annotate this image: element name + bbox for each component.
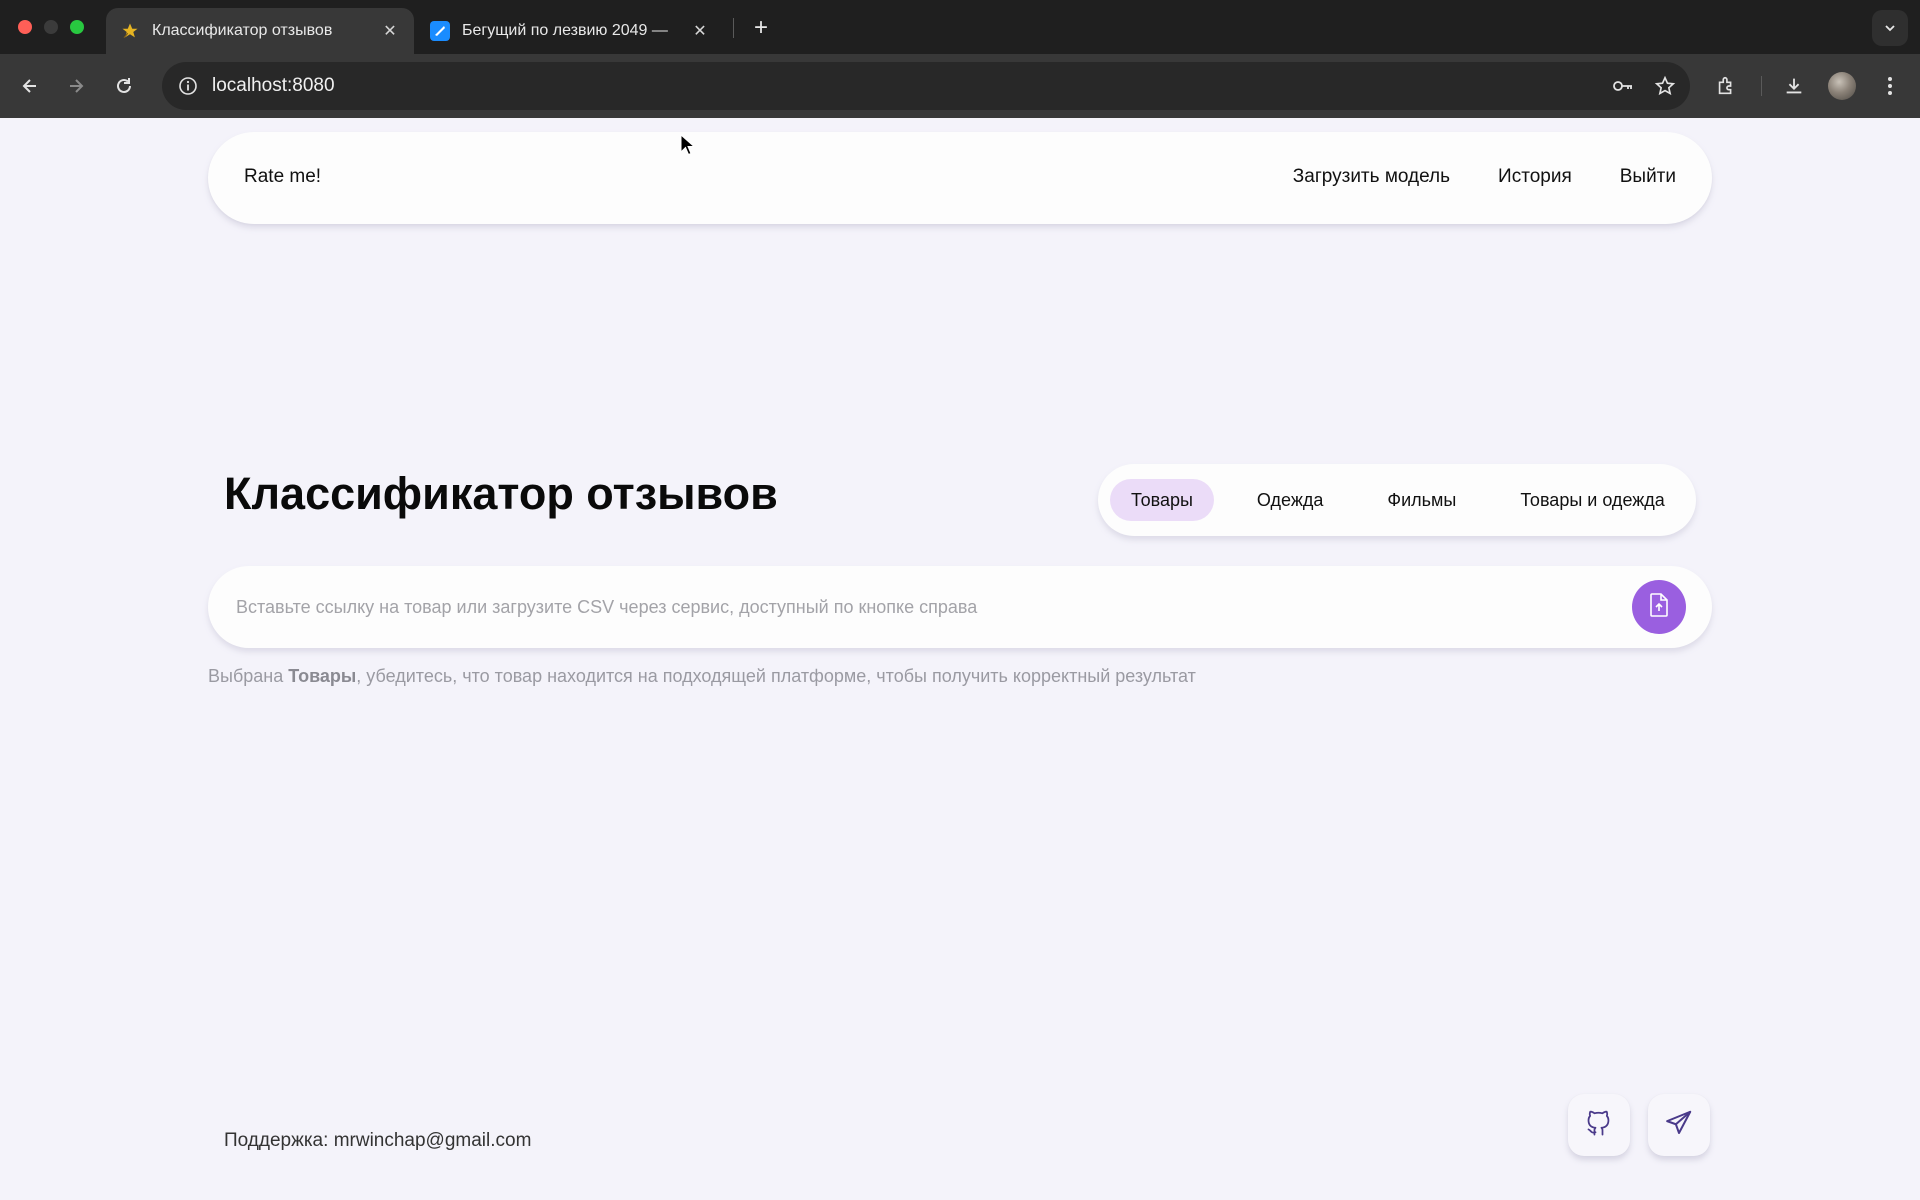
download-icon[interactable] xyxy=(1778,70,1810,102)
category-goods-and-clothes[interactable]: Товары и одежда xyxy=(1499,479,1685,521)
info-icon[interactable] xyxy=(176,74,200,98)
browser-tab-inactive[interactable]: Бегущий по лезвию 2049 — ✕ xyxy=(416,8,724,54)
hint-prefix: Выбрана xyxy=(208,666,289,686)
telegram-button[interactable] xyxy=(1648,1094,1710,1156)
category-goods[interactable]: Товары xyxy=(1110,479,1214,521)
link-input[interactable] xyxy=(236,586,1596,628)
page-title: Классификатор отзывов xyxy=(224,468,778,519)
reload-icon[interactable] xyxy=(108,70,140,102)
upload-model-link[interactable]: Загрузить модель xyxy=(1293,166,1450,188)
category-clothes[interactable]: Одежда xyxy=(1236,479,1344,521)
more-icon[interactable] xyxy=(1874,70,1906,102)
forward-icon[interactable] xyxy=(60,70,92,102)
tab-title: Бегущий по лезвию 2049 — xyxy=(462,22,668,39)
site-header: Rate me! Загрузить модель История Выйти xyxy=(208,132,1712,224)
extensions-icon[interactable] xyxy=(1710,70,1742,102)
category-movies[interactable]: Фильмы xyxy=(1366,479,1477,521)
browser-tab-bar: Классификатор отзывов ✕ Бегущий по лезви… xyxy=(0,0,1920,54)
star-icon[interactable] xyxy=(1648,69,1682,103)
file-upload-button[interactable] xyxy=(1632,580,1686,634)
close-icon[interactable]: ✕ xyxy=(378,19,402,43)
address-bar[interactable]: localhost:8080 xyxy=(162,62,1690,110)
key-icon[interactable] xyxy=(1606,69,1640,103)
support-label: Поддержка: xyxy=(224,1130,329,1151)
logout-link[interactable]: Выйти xyxy=(1620,166,1676,188)
window-close-button[interactable] xyxy=(18,20,32,34)
star-favicon-icon xyxy=(120,21,140,41)
window-maximize-button[interactable] xyxy=(70,20,84,34)
telegram-icon xyxy=(1664,1108,1694,1143)
hint-suffix: , убедитесь, что товар находится на подх… xyxy=(356,666,1196,686)
tab-title: Классификатор отзывов xyxy=(152,22,333,39)
window-minimize-button[interactable] xyxy=(44,20,58,34)
github-button[interactable] xyxy=(1568,1094,1630,1156)
github-icon xyxy=(1585,1109,1613,1142)
toolbar-separator xyxy=(1761,76,1762,96)
link-input-container xyxy=(208,566,1712,648)
file-upload-icon xyxy=(1647,592,1671,623)
url-text[interactable]: localhost:8080 xyxy=(212,75,1606,97)
site-favicon-icon xyxy=(430,21,450,41)
browser-tab-active[interactable]: Классификатор отзывов ✕ xyxy=(106,8,414,54)
chevron-down-icon[interactable] xyxy=(1872,10,1908,46)
support-email[interactable]: mrwinchap@gmail.com xyxy=(334,1130,532,1151)
header-nav: Загрузить модель История Выйти xyxy=(1293,166,1676,188)
hint-category: Товары xyxy=(288,666,357,686)
mouse-cursor xyxy=(680,133,696,161)
history-link[interactable]: История xyxy=(1498,166,1572,188)
category-selector: Товары Одежда Фильмы Товары и одежда xyxy=(1098,464,1696,536)
page-content: Rate me! Загрузить модель История Выйти … xyxy=(0,118,1920,1200)
plus-icon[interactable]: + xyxy=(746,13,776,43)
back-icon[interactable] xyxy=(14,70,46,102)
tab-separator xyxy=(733,18,734,38)
profile-avatar[interactable] xyxy=(1828,72,1856,100)
browser-toolbar: localhost:8080 xyxy=(0,54,1920,118)
support-contact: Поддержка: mrwinchap@gmail.com xyxy=(224,1130,531,1152)
close-icon[interactable]: ✕ xyxy=(688,19,712,43)
category-hint: Выбрана Товары, убедитесь, что товар нах… xyxy=(208,666,1196,687)
site-logo[interactable]: Rate me! xyxy=(244,166,321,188)
